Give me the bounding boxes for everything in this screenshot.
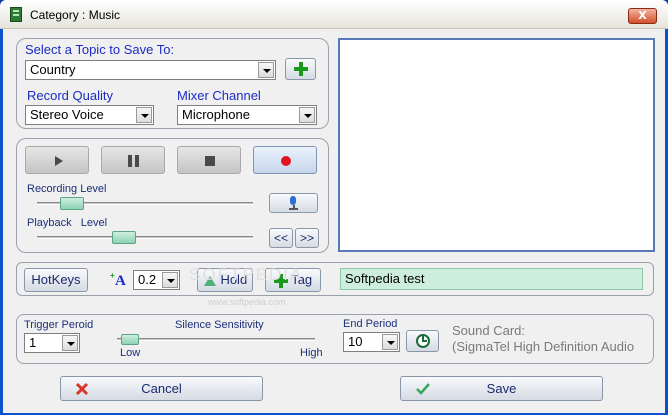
title-bar: Category : Music X — [0, 0, 668, 29]
end-period-dropdown[interactable]: 10 — [343, 332, 400, 352]
app-icon — [10, 7, 22, 22]
notes-display[interactable] — [338, 38, 655, 252]
chevron-down-icon[interactable] — [299, 107, 315, 123]
recording-level-label: Recording Level — [27, 183, 107, 195]
forward-button[interactable]: >> — [295, 228, 319, 248]
chevron-down-icon[interactable] — [62, 335, 78, 351]
trigger-period-label: Trigger Peroid — [24, 319, 94, 331]
chevron-down-icon[interactable] — [258, 62, 274, 78]
sound-card-name: (SigmaTel High Definition Audio — [452, 339, 635, 354]
record-quality-dropdown[interactable]: Stereo Voice — [25, 105, 154, 125]
play-icon — [55, 156, 63, 166]
topic-dropdown[interactable]: Country — [25, 60, 276, 80]
silence-high-label: High — [300, 347, 323, 359]
sound-card-label: Sound Card: — [452, 323, 525, 338]
hotkeys-button[interactable]: HotKeys — [24, 268, 88, 292]
silence-sensitivity-label: Silence Sensitivity — [175, 319, 264, 331]
mixer-channel-dropdown[interactable]: Microphone — [177, 105, 317, 125]
font-size-dropdown[interactable]: 0.2 — [133, 270, 180, 290]
trigger-period-value: 1 — [29, 335, 37, 350]
font-size-value: 0.2 — [138, 272, 157, 287]
playback-level-track[interactable] — [37, 236, 253, 239]
playback-level-label: Playback Level — [27, 217, 108, 229]
stop-icon — [205, 156, 215, 166]
rewind-button[interactable]: << — [269, 228, 293, 248]
record-button[interactable] — [253, 146, 317, 174]
stop-button[interactable] — [177, 146, 241, 174]
cancel-label: Cancel — [141, 381, 182, 396]
checkmark-icon — [416, 383, 430, 395]
close-icon — [75, 382, 89, 396]
topic-value: Country — [30, 62, 76, 77]
play-button[interactable] — [25, 146, 89, 174]
chevron-down-icon[interactable] — [162, 272, 178, 288]
svg-text:A: A — [115, 273, 126, 289]
watermark: SOFTPEDIA — [189, 265, 304, 284]
timer-button[interactable] — [406, 330, 439, 352]
recording-level-slider[interactable] — [60, 197, 85, 210]
mixer-channel-label: Mixer Channel — [177, 88, 261, 103]
close-button[interactable]: X — [628, 8, 657, 24]
plus-icon — [293, 62, 308, 76]
end-period-label: End Period — [343, 318, 398, 330]
record-icon — [281, 156, 291, 166]
pause-icon — [128, 155, 139, 167]
pause-button[interactable] — [101, 146, 165, 174]
save-button[interactable]: Save — [400, 376, 603, 401]
watermark-url: www.softpedia.com — [208, 297, 286, 307]
chevron-down-icon[interactable] — [382, 334, 398, 350]
client-area: Select a Topic to Save To: Country Recor… — [3, 29, 665, 413]
playback-level-slider[interactable] — [111, 231, 136, 244]
record-quality-label: Record Quality — [27, 88, 113, 103]
topic-group: Select a Topic to Save To: Country Recor… — [16, 38, 329, 129]
svg-text:+: + — [110, 271, 115, 280]
cancel-button[interactable]: Cancel — [60, 376, 263, 401]
clock-icon — [415, 334, 430, 348]
topic-label: Select a Topic to Save To: — [25, 42, 175, 57]
save-label: Save — [486, 381, 517, 396]
note-text-field[interactable]: Softpedia test — [340, 268, 643, 290]
window-title: Category : Music — [30, 8, 121, 22]
record-quality-value: Stereo Voice — [30, 107, 104, 122]
font-size-icon: A + — [110, 271, 126, 289]
trigger-period-dropdown[interactable]: 1 — [24, 333, 80, 353]
mixer-channel-value: Microphone — [182, 107, 250, 122]
transport-group: Recording Level Playback Level << >> — [16, 138, 329, 253]
silence-sensitivity-slider[interactable] — [120, 334, 139, 345]
end-period-value: 10 — [348, 334, 363, 349]
chevron-down-icon[interactable] — [136, 107, 152, 123]
app-window: Category : Music X Select a Topic to Sav… — [0, 0, 668, 415]
silence-low-label: Low — [120, 347, 141, 359]
add-topic-button[interactable] — [285, 58, 316, 80]
microphone-button[interactable] — [269, 193, 318, 213]
silence-sensitivity-track[interactable] — [117, 338, 315, 341]
microphone-icon — [288, 196, 298, 210]
